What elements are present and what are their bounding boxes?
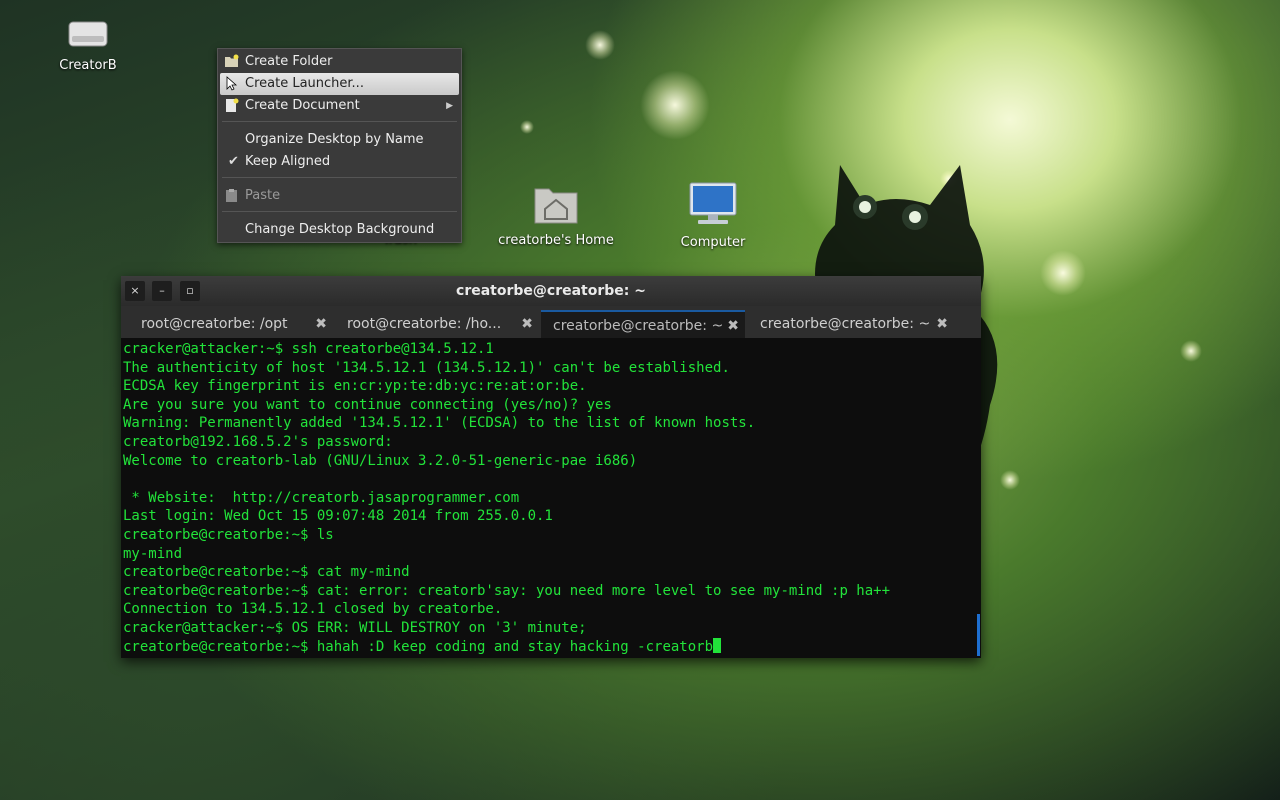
terminal-line: creatorb@192.168.5.2's password: bbox=[123, 433, 393, 450]
computer-monitor-icon bbox=[689, 182, 737, 224]
terminal-titlebar[interactable]: × – ▫ creatorbe@creatorbe: ~ bbox=[121, 276, 981, 306]
mouse-cursor-icon bbox=[226, 76, 238, 91]
bokeh-light bbox=[1180, 340, 1202, 362]
terminal-scrollbar[interactable] bbox=[977, 614, 980, 656]
terminal-line: Welcome to creatorb-lab (GNU/Linux 3.2.0… bbox=[123, 452, 638, 469]
close-tab-icon[interactable]: ✖ bbox=[727, 312, 739, 340]
terminal-line: Warning: Permanently added '134.5.12.1' … bbox=[123, 415, 756, 432]
terminal-line: cracker@attacker:~$ OS ERR: WILL DESTROY… bbox=[123, 619, 587, 636]
menu-item-change-background[interactable]: Change Desktop Background bbox=[220, 219, 459, 241]
bokeh-light bbox=[640, 70, 710, 140]
terminal-line: creatorbe@creatorbe:~$ ls bbox=[123, 526, 334, 543]
tab-label: root@creatorbe: /opt bbox=[141, 316, 288, 332]
terminal-line: The authenticity of host '134.5.12.1 (13… bbox=[123, 359, 730, 376]
terminal-line: creatorbe@creatorbe:~$ cat: error: creat… bbox=[123, 582, 891, 599]
menu-item-create-launcher[interactable]: Create Launcher... bbox=[220, 73, 459, 95]
terminal-line: Are you sure you want to continue connec… bbox=[123, 396, 612, 413]
terminal-prompt-line: creatorbe@creatorbe:~$ hahah :D keep cod… bbox=[123, 637, 979, 657]
menu-item-create-folder[interactable]: Create Folder bbox=[220, 51, 459, 73]
terminal-line: Connection to 134.5.12.1 closed by creat… bbox=[123, 601, 503, 618]
checkmark-icon: ✔ bbox=[228, 154, 239, 169]
menu-item-create-document[interactable]: Create Document ▶ bbox=[220, 95, 459, 117]
bokeh-light bbox=[1040, 250, 1086, 296]
terminal-tab[interactable]: root@creatorbe: /ho... ✖ bbox=[335, 310, 539, 338]
menu-separator bbox=[222, 177, 457, 178]
paste-icon bbox=[226, 189, 237, 202]
text-cursor bbox=[713, 637, 722, 653]
document-new-icon bbox=[226, 98, 239, 112]
close-tab-icon[interactable]: ✖ bbox=[315, 310, 327, 338]
terminal-line: * Website: http://creatorb.jasaprogramme… bbox=[123, 489, 520, 506]
menu-separator bbox=[222, 211, 457, 212]
terminal-line: cracker@attacker:~$ ssh creatorbe@134.5.… bbox=[123, 341, 494, 357]
terminal-output[interactable]: cracker@attacker:~$ ssh creatorbe@134.5.… bbox=[121, 338, 981, 658]
terminal-line: ECDSA key fingerprint is en:cr:yp:te:db:… bbox=[123, 378, 587, 395]
desktop-icon-label: Computer bbox=[680, 235, 746, 250]
submenu-arrow-icon: ▶ bbox=[446, 101, 453, 111]
terminal-line: Last login: Wed Oct 15 09:07:48 2014 fro… bbox=[123, 508, 553, 525]
close-tab-icon[interactable]: ✖ bbox=[521, 310, 533, 338]
terminal-window: × – ▫ creatorbe@creatorbe: ~ root@creato… bbox=[121, 276, 981, 658]
menu-item-keep-aligned[interactable]: ✔ Keep Aligned bbox=[220, 151, 459, 173]
tab-label: creatorbe@creatorbe: ~ bbox=[760, 316, 931, 332]
terminal-tab[interactable]: root@creatorbe: /opt ✖ bbox=[129, 310, 333, 338]
menu-separator bbox=[222, 121, 457, 122]
desktop-context-menu: Create Folder Create Launcher... Create … bbox=[217, 48, 462, 243]
menu-item-organize-desktop[interactable]: Organize Desktop by Name bbox=[220, 129, 459, 151]
terminal-line: creatorbe@creatorbe:~$ cat my-mind bbox=[123, 564, 410, 581]
desktop-icon-drive[interactable]: CreatorB bbox=[28, 18, 148, 73]
close-tab-icon[interactable]: ✖ bbox=[936, 310, 948, 338]
desktop-icon-label: CreatorB bbox=[59, 58, 117, 73]
terminal-tab-active[interactable]: creatorbe@creatorbe: ~ ✖ bbox=[541, 310, 745, 338]
window-title: creatorbe@creatorbe: ~ bbox=[456, 283, 646, 299]
tab-label: creatorbe@creatorbe: ~ bbox=[553, 318, 724, 334]
terminal-line-text: creatorbe@creatorbe:~$ hahah :D keep cod… bbox=[123, 638, 714, 655]
bokeh-light bbox=[585, 30, 615, 60]
desktop-icon-home[interactable]: creatorbe's Home bbox=[496, 183, 616, 248]
desktop-icon-label: creatorbe's Home bbox=[498, 233, 614, 248]
tab-label: root@creatorbe: /ho... bbox=[347, 316, 502, 332]
menu-item-paste[interactable]: Paste bbox=[220, 185, 459, 207]
folder-new-icon bbox=[225, 54, 239, 67]
desktop-icon-computer[interactable]: Computer bbox=[653, 181, 773, 250]
home-folder-icon bbox=[534, 188, 578, 224]
terminal-line: my-mind bbox=[123, 545, 183, 562]
bokeh-light bbox=[520, 120, 534, 134]
terminal-tab-bar: root@creatorbe: /opt ✖ root@creatorbe: /… bbox=[121, 306, 981, 338]
terminal-tab[interactable]: creatorbe@creatorbe: ~ ✖ bbox=[748, 310, 954, 338]
hard-drive-icon bbox=[68, 21, 108, 47]
